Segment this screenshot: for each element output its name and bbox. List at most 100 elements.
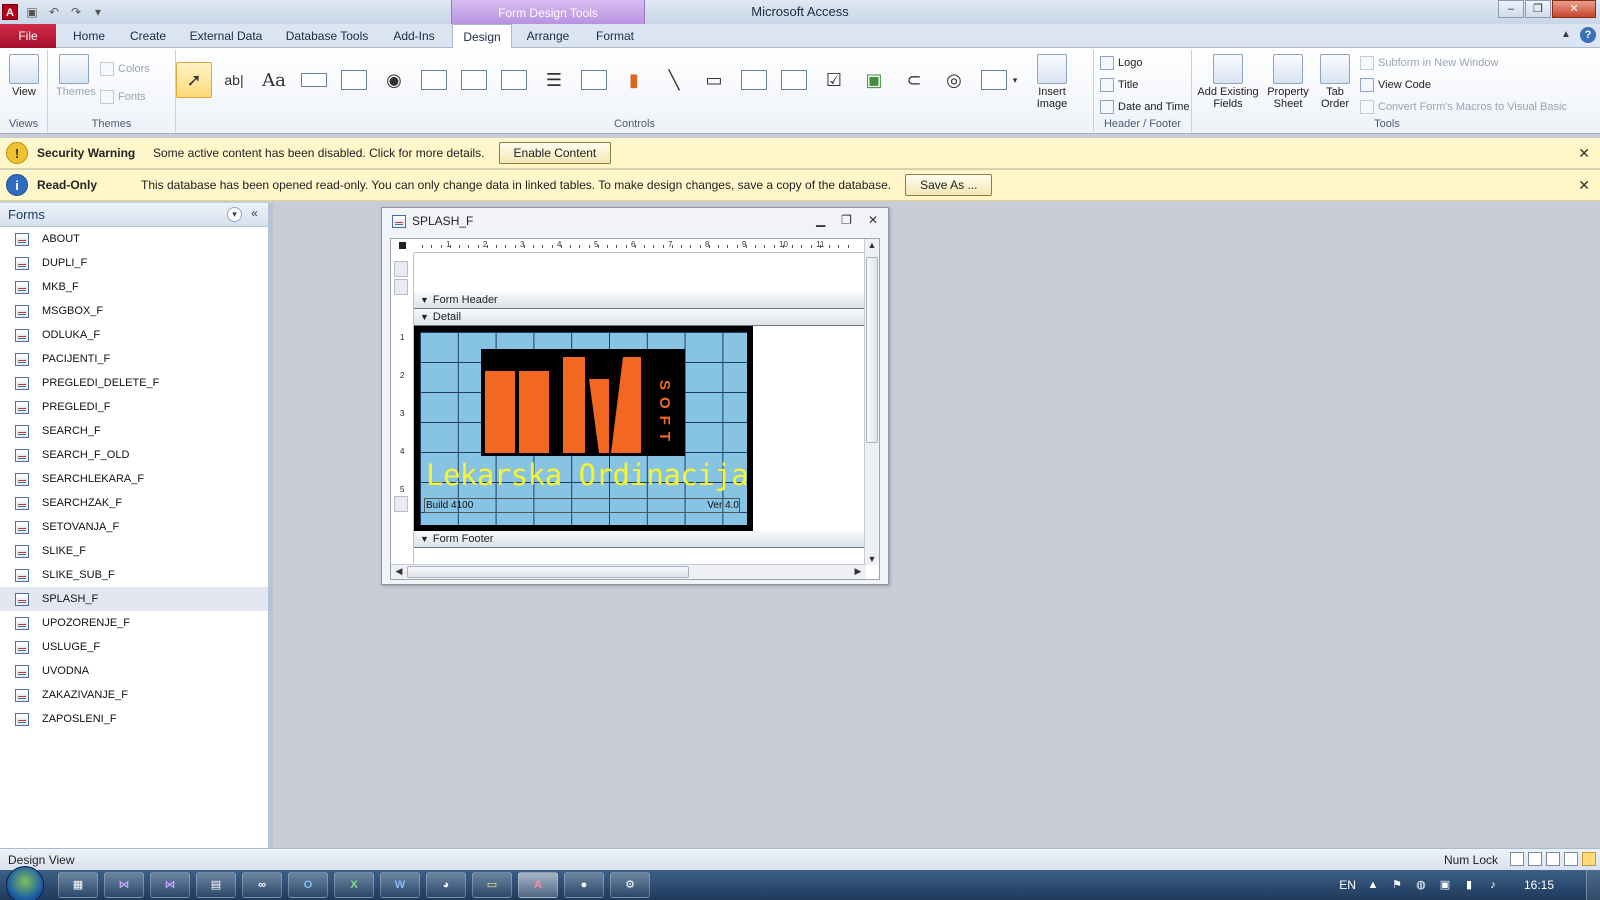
restore-button[interactable]: ❐ [1525,0,1551,18]
unbound-object-frame-icon[interactable]: ▣ [856,62,892,98]
view-code-button[interactable]: View Code [1360,78,1431,92]
header-section-selector[interactable] [394,261,408,277]
form-close-icon[interactable]: ✕ [868,213,878,227]
enable-content-button[interactable]: Enable Content [498,142,612,164]
language-indicator[interactable]: EN [1339,878,1356,892]
nav-item-odluka-f[interactable]: ODLUKA_F [0,323,268,347]
nav-item-pregledi-f[interactable]: PREGLEDI_F [0,395,268,419]
taskbar-visual-studio-icon[interactable]: ⋈ [104,872,144,898]
taskbar-explorer-icon[interactable]: ▦ [58,872,98,898]
nav-item-uvodna[interactable]: UVODNA [0,659,268,683]
access-app-icon[interactable]: A [2,4,18,20]
start-button[interactable] [6,866,44,900]
nav-item-search-f-old[interactable]: SEARCH_F_OLD [0,443,268,467]
device-icon[interactable]: ▣ [1438,878,1452,892]
customize-toolbar-icon[interactable]: ▾ [90,4,106,20]
horizontal-ruler[interactable]: 1234567891011 [414,239,866,253]
line-control-icon[interactable]: ╲ [656,62,692,98]
scroll-right-icon[interactable]: ▶ [851,566,865,577]
hyperlink-control-icon[interactable]: ◉ [376,62,412,98]
taskbar-excel-icon[interactable]: X [334,872,374,898]
show-desktop-button[interactable] [1586,870,1600,900]
close-security-bar-icon[interactable]: ✕ [1578,145,1590,162]
textbox-control-icon[interactable]: ab| [216,62,252,98]
add-existing-fields-button[interactable]: Add Existing Fields [1196,54,1260,110]
pivot-view-icon[interactable] [1564,852,1578,866]
colors-button[interactable]: Colors [100,62,150,76]
nav-item-zaposleni-f[interactable]: ZAPOSLENI_F [0,707,268,731]
scroll-up-icon[interactable]: ▲ [865,240,879,250]
nav-item-msgbox-f[interactable]: MSGBOX_F [0,299,268,323]
convert-macros-button[interactable]: Convert Form's Macros to Visual Basic [1360,100,1567,114]
nav-item-slike-sub-f[interactable]: SLIKE_SUB_F [0,563,268,587]
detail-section-bar[interactable]: ▼ Detail [414,309,866,326]
form-footer-section-bar[interactable]: ▼ Form Footer [414,531,866,548]
select-pointer-icon[interactable]: ➚ [176,62,212,98]
scroll-left-icon[interactable]: ◀ [392,566,406,577]
design-view-icon[interactable] [1582,852,1596,866]
datasheet-view-icon[interactable] [1528,852,1542,866]
check-box-control-icon[interactable]: ☑ [816,62,852,98]
chart-control-icon[interactable]: ▮ [616,62,652,98]
tab-create[interactable]: Create [122,24,174,48]
nav-menu-dropdown-icon[interactable]: ▾ [227,207,242,222]
tab-file[interactable]: File [0,24,56,48]
tab-arrange[interactable]: Arrange [520,24,576,48]
nav-item-mkb-f[interactable]: MKB_F [0,275,268,299]
tab-database-tools[interactable]: Database Tools [280,24,374,48]
taskbar-word-icon[interactable]: W [380,872,420,898]
taskbar-outlook-icon[interactable]: O [288,872,328,898]
splash-image-control[interactable]: SOFT Lekarska Ordinacija Build 4100 Ver … [414,326,753,531]
tab-add-ins[interactable]: Add-Ins [384,24,444,48]
tab-order-button[interactable]: Tab Order [1316,54,1354,110]
rectangle-control-icon[interactable] [776,62,812,98]
subform-new-window-button[interactable]: Subform in New Window [1360,56,1498,70]
list-box-control-icon[interactable] [736,62,772,98]
save-as-button[interactable]: Save As ... [905,174,993,196]
themes-button[interactable]: Themes [56,54,96,98]
form-minimize-icon[interactable]: ▁ [816,213,825,227]
undo-icon[interactable]: ↶ [46,4,62,20]
detail-section-selector[interactable] [394,279,408,295]
property-sheet-button[interactable]: Property Sheet [1262,54,1314,110]
option-group-control-icon[interactable] [496,62,532,98]
shutter-bar-close-icon[interactable]: « [247,207,262,222]
nav-item-searchzak-f[interactable]: SEARCHZAK_F [0,491,268,515]
fonts-button[interactable]: Fonts [100,90,146,104]
taskbar-tool-icon[interactable]: ⚙ [610,872,650,898]
footer-section-selector[interactable] [394,496,408,512]
tab-control-icon[interactable] [336,62,372,98]
close-button[interactable]: ✕ [1552,0,1596,18]
option-button-control-icon[interactable]: ◎ [936,62,972,98]
minimize-ribbon-icon[interactable]: ▲ [1558,27,1574,43]
form-footer-section[interactable] [414,551,866,565]
navigation-pane-header[interactable]: Forms ▾ « [0,203,268,227]
attachment-control-icon[interactable]: ⊂ [896,62,932,98]
button-control-icon[interactable] [296,62,332,98]
form-restore-icon[interactable]: ❐ [841,213,852,227]
app-tray-icon[interactable]: ◍ [1414,878,1428,892]
nav-item-zakazivanje-f[interactable]: ZAKAZIVANJE_F [0,683,268,707]
label-control-icon[interactable]: Aa [256,62,292,98]
taskbar-chrome-icon[interactable]: ◕ [426,872,466,898]
page-break-control-icon[interactable]: ☰ [536,62,572,98]
vertical-scrollbar[interactable]: ▲ ▼ [864,239,879,565]
taskbar-access-icon[interactable]: A [518,872,558,898]
controls-more-icon[interactable]: ▾ [1008,62,1022,98]
date-time-button[interactable]: Date and Time [1100,100,1190,114]
nav-item-pregledi-delete-f[interactable]: PREGLEDI_DELETE_F [0,371,268,395]
taskbar-notepad-icon[interactable]: ▤ [196,872,236,898]
nav-item-slike-f[interactable]: SLIKE_F [0,539,268,563]
nav-item-setovanja-f[interactable]: SETOVANJA_F [0,515,268,539]
horizontal-scroll-thumb[interactable] [407,566,689,578]
nav-item-usluge-f[interactable]: USLUGE_F [0,635,268,659]
nav-item-upozorenje-f[interactable]: UPOZORENJE_F [0,611,268,635]
view-button[interactable]: View [8,54,40,98]
navigation-control-icon[interactable] [456,62,492,98]
insert-image-button[interactable]: Insert Image [1026,54,1078,110]
form-header-section-bar[interactable]: ▼ Form Header [414,292,866,309]
form-view-icon[interactable] [1510,852,1524,866]
subform-control-icon[interactable] [976,62,1012,98]
scroll-down-icon[interactable]: ▼ [865,554,879,564]
web-browser-control-icon[interactable] [416,62,452,98]
